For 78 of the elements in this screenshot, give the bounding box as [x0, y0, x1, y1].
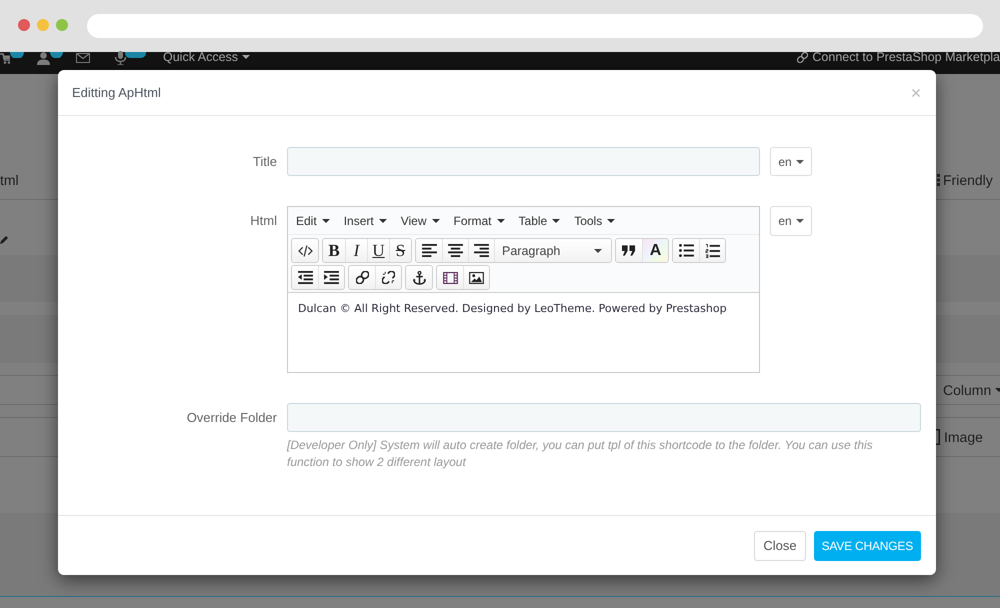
numbered-list-icon [705, 244, 720, 258]
microphone-icon[interactable] [114, 51, 127, 65]
numbered-list-button[interactable] [699, 239, 725, 262]
underline-button[interactable]: U [367, 239, 389, 262]
menu-item[interactable]: Insert [340, 210, 391, 232]
outdent-icon [298, 271, 312, 284]
pencil-icon [0, 235, 8, 244]
align-center-button[interactable] [442, 239, 468, 262]
override-folder-field[interactable] [287, 403, 921, 432]
caret-icon [607, 218, 616, 222]
column-header: Friendly [943, 172, 993, 188]
text-color-button[interactable]: A [642, 239, 668, 262]
caret-icon [378, 218, 387, 222]
quote-icon [622, 245, 636, 256]
close-button[interactable]: Close [754, 530, 806, 560]
caret-icon [594, 248, 602, 252]
person-icon[interactable] [37, 52, 50, 65]
option-label: Image [944, 429, 983, 445]
rich-text-area[interactable]: Dulcan © All Right Reserved. Designed by LeoTheme. Powered by Prestashop [288, 293, 759, 372]
column-header: tml [0, 172, 19, 188]
outdent-button[interactable] [292, 266, 318, 289]
title-field[interactable] [287, 147, 760, 176]
align-right-icon [474, 244, 489, 257]
badge-icon [125, 52, 146, 58]
italic-button[interactable]: I [345, 239, 367, 262]
blockquote-button[interactable] [616, 239, 642, 262]
indent-button[interactable] [318, 266, 344, 289]
align-center-icon [448, 244, 463, 257]
media-button[interactable] [437, 266, 463, 289]
field-label: Title [252, 153, 277, 170]
menu-item[interactable]: Format [450, 210, 509, 232]
quick-access-menu[interactable]: Quick Access [163, 52, 238, 63]
caret-icon [242, 55, 250, 59]
link-icon [797, 52, 808, 63]
badge-icon [10, 52, 24, 58]
marketplace-link[interactable]: Connect to PrestaShop Marketpla [812, 52, 1000, 63]
menu-item[interactable]: Edit [292, 210, 334, 232]
menu-item[interactable]: View [396, 210, 444, 232]
field-label: Html [249, 212, 277, 229]
link-button[interactable] [349, 266, 375, 289]
bold-button[interactable]: B [323, 239, 345, 262]
envelope-icon[interactable] [76, 53, 90, 63]
menu-item[interactable]: Table [514, 210, 564, 232]
close-icon [912, 88, 920, 96]
film-icon [442, 272, 458, 284]
column-dropdown[interactable]: Column [943, 382, 1000, 398]
caret-icon [796, 219, 804, 223]
language-dropdown[interactable]: en [770, 147, 812, 176]
grip-icon [937, 174, 940, 186]
block-format-dropdown[interactable]: Paragraph [494, 239, 611, 262]
strikethrough-button[interactable]: S [389, 239, 411, 262]
link-icon [356, 271, 368, 284]
align-left-icon [422, 244, 436, 257]
image-icon [469, 272, 484, 284]
language-dropdown[interactable]: en [770, 206, 812, 236]
caret-icon [322, 218, 330, 222]
align-right-button[interactable] [468, 239, 494, 262]
indent-icon [324, 271, 339, 284]
bullet-list-icon [678, 244, 694, 257]
unlink-button[interactable] [375, 266, 401, 289]
caret-icon [496, 218, 505, 222]
badge-icon [50, 52, 63, 58]
caret-icon [552, 218, 560, 222]
caret-icon [796, 160, 804, 164]
anchor-icon [412, 270, 426, 284]
code-icon [298, 244, 312, 256]
caret-icon [432, 218, 440, 222]
menu-item[interactable]: Tools [570, 210, 620, 232]
bracket-icon [936, 429, 940, 445]
help-text: [Developer Only] System will auto create folder, you can put tpl of this shortcode to the folder. You can use this function to show 2 different layout [287, 437, 874, 471]
cart-icon[interactable] [0, 53, 10, 64]
bullet-list-button[interactable] [673, 239, 699, 262]
modal-title: Editting ApHtml [72, 85, 161, 100]
align-left-button[interactable] [416, 239, 442, 262]
field-label: Override Folder [186, 409, 277, 426]
broken-link-icon [382, 271, 395, 284]
window-close-icon[interactable] [18, 19, 30, 31]
image-button[interactable] [463, 266, 489, 289]
